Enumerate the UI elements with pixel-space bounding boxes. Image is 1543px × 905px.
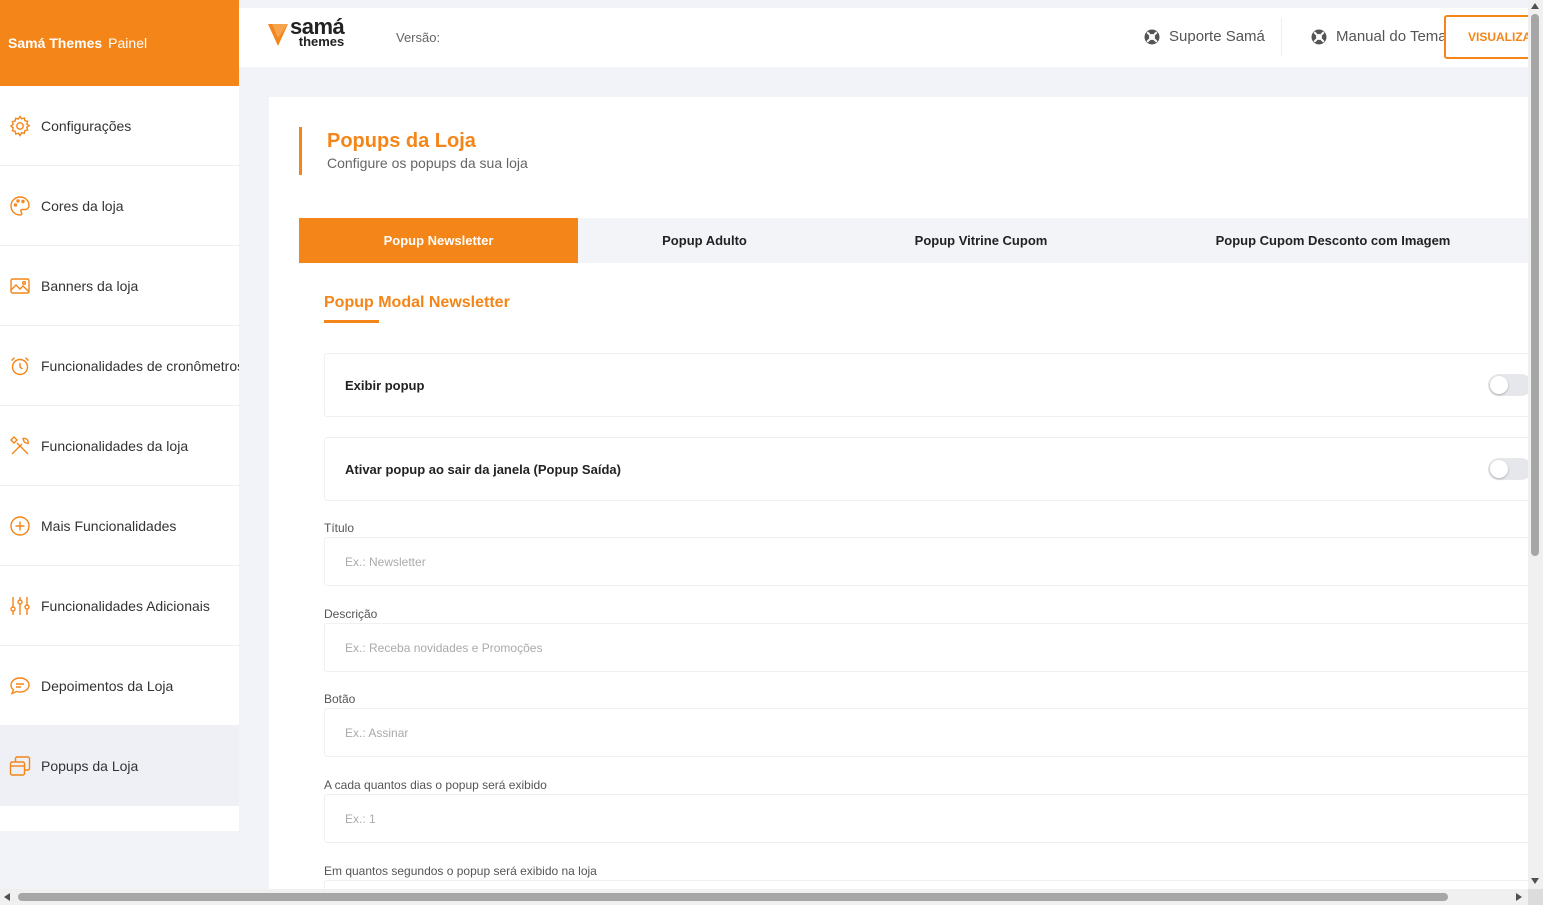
popup-window-icon [9, 755, 31, 776]
tools-icon [10, 435, 29, 454]
scroll-left-arrow-icon[interactable] [4, 893, 10, 901]
botao-label: Botão [324, 692, 356, 706]
scroll-right-arrow-icon[interactable] [1516, 893, 1522, 901]
sidebar-item-banners[interactable]: Banners da loja [0, 246, 239, 326]
topbar-divider [1281, 18, 1282, 56]
toggle-row-exibir-popup: Exibir popup [324, 353, 1528, 417]
sidebar-item-configuracoes[interactable]: Configurações [0, 86, 239, 166]
sidebar-item-cronometros[interactable]: Funcionalidades de cronômetros [0, 326, 239, 406]
page-subtitle: Configure os popups da sua loja [327, 155, 528, 171]
sidebar-item-label: Configurações [41, 117, 132, 134]
topbar: samá themes Versão: Suporte Samá Manual … [239, 8, 1528, 67]
sidebar: Samá Themes Painel Configurações Cores d… [0, 0, 239, 831]
scroll-up-arrow-icon[interactable] [1531, 3, 1539, 9]
sidebar-item-label: Banners da loja [41, 277, 139, 294]
horizontal-scroll-thumb[interactable] [18, 893, 1448, 901]
alarm-clock-icon [11, 356, 29, 375]
sidebar-item-cores[interactable]: Cores da loja [0, 166, 239, 246]
panel-label: Painel [108, 35, 148, 51]
vertical-scrollbar[interactable] [1528, 0, 1543, 889]
logo-mark-icon [268, 24, 288, 46]
horizontal-scrollbar[interactable] [0, 889, 1528, 905]
image-icon [10, 277, 30, 294]
tab-popup-cupom-desconto-imagem[interactable]: Popup Cupom Desconto com Imagem [1131, 218, 1528, 263]
page-header: Popups da Loja Configure os popups da su… [299, 127, 528, 175]
sidebar-item-label: Funcionalidades da loja [41, 437, 189, 454]
descricao-label: Descrição [324, 607, 378, 621]
tab-popup-vitrine-cupom[interactable]: Popup Vitrine Cupom [831, 218, 1131, 263]
tab-popup-adulto[interactable]: Popup Adulto [578, 218, 831, 263]
main-card: Popups da Loja Configure os popups da su… [269, 97, 1528, 889]
brand-name: Samá Themes [8, 35, 103, 51]
segundos-label: Em quantos segundos o popup será exibido… [324, 864, 597, 878]
logo-bottom-text: themes [298, 34, 345, 49]
page-title: Popups da Loja [327, 130, 476, 152]
sama-themes-logo[interactable]: samá themes [268, 16, 345, 49]
popup-saida-switch[interactable] [1488, 458, 1528, 480]
manual-link-label: Manual do Tema [1336, 28, 1447, 45]
sidebar-item-funcionalidades-loja[interactable]: Funcionalidades da loja [0, 406, 239, 486]
sliders-icon [10, 596, 30, 615]
sidebar-item-label: Cores da loja [41, 197, 124, 214]
palette-icon [10, 195, 30, 216]
sidebar-item-label: Popups da Loja [41, 757, 139, 774]
chat-bubble-icon [10, 676, 30, 695]
gear-icon [9, 114, 31, 137]
botao-input[interactable] [324, 708, 1528, 757]
tab-popup-newsletter[interactable]: Popup Newsletter [299, 218, 578, 263]
page-viewport: Samá Themes Painel Configurações Cores d… [0, 0, 1528, 889]
logo-wordmark: samá themes [290, 16, 345, 49]
dias-label: A cada quantos dias o popup será exibido [324, 778, 547, 792]
support-link-label: Suporte Samá [1169, 28, 1265, 45]
toggle-label: Ativar popup ao sair da janela (Popup Sa… [345, 461, 621, 477]
sidebar-header: Samá Themes Painel [0, 0, 239, 86]
switch-knob [1490, 460, 1508, 478]
dias-input[interactable] [324, 794, 1528, 843]
lifebuoy-icon [1144, 29, 1160, 44]
sidebar-item-mais-funcionalidades[interactable]: Mais Funcionalidades [0, 486, 239, 566]
titulo-input[interactable] [324, 537, 1528, 586]
version-label: Versão: [396, 30, 441, 45]
sidebar-item-depoimentos[interactable]: Depoimentos da Loja [0, 646, 239, 726]
scroll-down-arrow-icon[interactable] [1531, 878, 1539, 884]
view-store-button[interactable]: VISUALIZAR LOJA [1444, 15, 1528, 59]
support-link[interactable]: Suporte Samá [1144, 28, 1265, 45]
segundos-input[interactable] [324, 880, 1528, 889]
titulo-label: Título [324, 521, 355, 535]
descricao-input[interactable] [324, 623, 1528, 672]
sidebar-item-popups[interactable]: Popups da Loja [0, 726, 239, 806]
switch-knob [1490, 376, 1508, 394]
section-title: Popup Modal Newsletter [324, 294, 510, 311]
sidebar-item-label: Depoimentos da Loja [41, 677, 174, 694]
sidebar-item-label: Funcionalidades Adicionais [41, 597, 210, 614]
plus-circle-icon [10, 515, 30, 536]
manual-link[interactable]: Manual do Tema [1311, 28, 1447, 45]
toggle-label: Exibir popup [345, 377, 425, 393]
section-title-underline [324, 320, 379, 323]
lifebuoy-icon [1311, 29, 1327, 44]
toggle-row-popup-saida: Ativar popup ao sair da janela (Popup Sa… [324, 437, 1528, 501]
popup-tabs: Popup Newsletter Popup Adulto Popup Vitr… [299, 218, 1528, 263]
sidebar-item-label: Mais Funcionalidades [41, 517, 177, 534]
scrollbar-corner [1528, 889, 1543, 905]
sidebar-item-label: Funcionalidades de cronômetros [41, 357, 239, 374]
sidebar-item-funcionalidades-adicionais[interactable]: Funcionalidades Adicionais [0, 566, 239, 646]
exibir-popup-switch[interactable] [1488, 374, 1528, 396]
vertical-scroll-thumb[interactable] [1531, 14, 1539, 556]
